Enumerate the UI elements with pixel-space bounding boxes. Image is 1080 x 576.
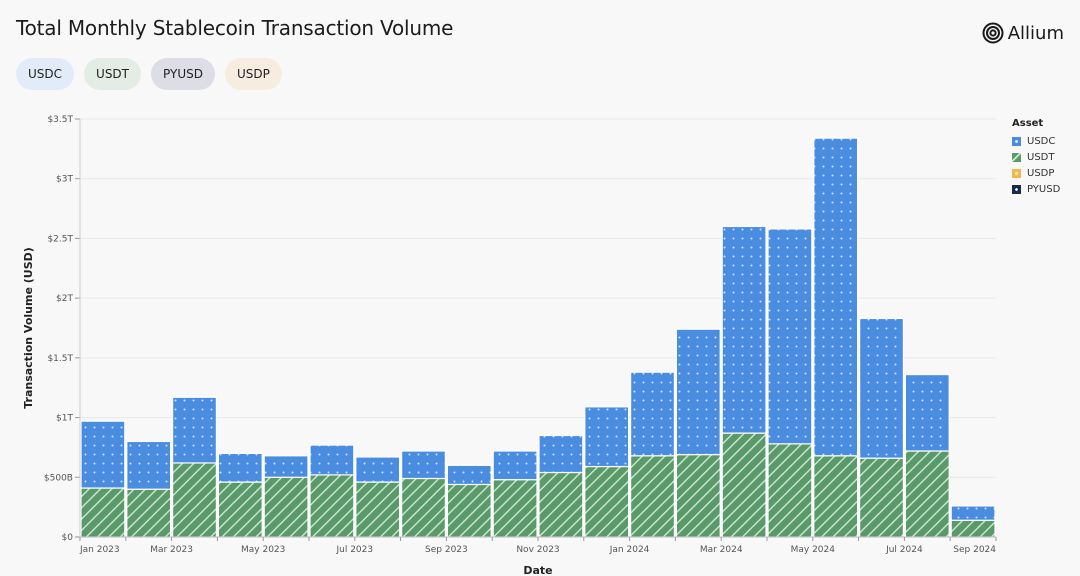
x-tick-label: Jan 2024 bbox=[609, 545, 650, 555]
x-tick-label: May 2023 bbox=[241, 545, 285, 555]
x-axis: Jan 2023 Mar 2023 May 2023 Jul 2023 Sep 2023… bbox=[79, 536, 997, 555]
y-tick-label: $3T bbox=[56, 175, 73, 185]
bar-usdc bbox=[263, 455, 309, 478]
bar-usdt bbox=[584, 465, 630, 538]
bar-usdt bbox=[675, 453, 721, 538]
bar-usdc bbox=[950, 505, 996, 521]
bar-usdc bbox=[217, 452, 263, 483]
bar-usdt bbox=[80, 487, 126, 538]
bar-usdc bbox=[721, 225, 767, 434]
bar-usdc bbox=[172, 396, 218, 464]
y-tick-label: $1.5T bbox=[47, 354, 73, 364]
bar-usdt bbox=[950, 519, 996, 538]
bar-usdt bbox=[721, 432, 767, 538]
bar-usdt bbox=[767, 443, 813, 538]
bar-usdc bbox=[767, 228, 813, 445]
x-tick-label: Sep 2023 bbox=[425, 545, 468, 555]
bar-usdt bbox=[126, 488, 172, 538]
x-axis-label: Date bbox=[523, 564, 552, 576]
bar-usdt bbox=[217, 481, 263, 538]
bar-usdc bbox=[675, 328, 721, 456]
y-tick-label: $2T bbox=[56, 294, 73, 304]
x-tick-label: Sep 2024 bbox=[953, 545, 996, 555]
x-tick-label: Mar 2023 bbox=[150, 545, 193, 555]
bar-usdt bbox=[492, 479, 538, 538]
x-tick-label: Mar 2024 bbox=[700, 545, 743, 555]
y-axis: $0 $500B $1T $1.5T $2T $2.5T $3T $3.5T bbox=[44, 115, 81, 543]
bar-usdc bbox=[492, 450, 538, 481]
bar-usdt bbox=[538, 471, 584, 538]
bar-usdc bbox=[401, 450, 447, 480]
bar-usdt bbox=[858, 457, 904, 538]
bar-usdc bbox=[355, 456, 401, 483]
y-axis-label: Transaction Volume (USD) bbox=[22, 247, 35, 409]
gridlines bbox=[80, 118, 996, 538]
x-tick-label: May 2024 bbox=[791, 545, 836, 555]
bar-usdc bbox=[80, 420, 126, 489]
bar-usdc bbox=[584, 406, 630, 468]
x-tick-label: Nov 2023 bbox=[516, 545, 559, 555]
bar-usdc bbox=[126, 440, 172, 490]
y-tick-label: $0 bbox=[62, 533, 74, 543]
bar-usdt bbox=[904, 450, 950, 538]
y-tick-label: $1T bbox=[56, 414, 73, 424]
x-tick-label: Jan 2023 bbox=[79, 545, 120, 555]
y-tick-label: $2.5T bbox=[47, 234, 73, 244]
bar-usdt bbox=[309, 474, 355, 538]
bar-usdt bbox=[629, 455, 675, 538]
bar-usdc bbox=[309, 444, 355, 476]
bar-usdt bbox=[401, 477, 447, 538]
bar-usdc bbox=[858, 317, 904, 459]
bar-usdt bbox=[446, 483, 492, 538]
bar-usdt bbox=[172, 462, 218, 538]
bar-usdt bbox=[813, 455, 859, 538]
bar-usdc bbox=[629, 371, 675, 457]
bar-usdc bbox=[904, 373, 950, 452]
x-tick-label: Jul 2024 bbox=[885, 545, 923, 555]
bar-usdc bbox=[813, 137, 859, 457]
stacked-bar-chart: $0 $500B $1T $1.5T $2T $2.5T $3T $3.5T Jan 2023… bbox=[22, 115, 997, 576]
bar-usdt bbox=[355, 481, 401, 538]
y-tick-label: $500B bbox=[44, 473, 73, 483]
bar-usdc bbox=[538, 434, 584, 474]
x-tick-label: Jul 2023 bbox=[335, 545, 373, 555]
y-tick-label: $3.5T bbox=[47, 115, 73, 125]
bar-usdc bbox=[446, 464, 492, 486]
bar-usdt bbox=[263, 476, 309, 538]
